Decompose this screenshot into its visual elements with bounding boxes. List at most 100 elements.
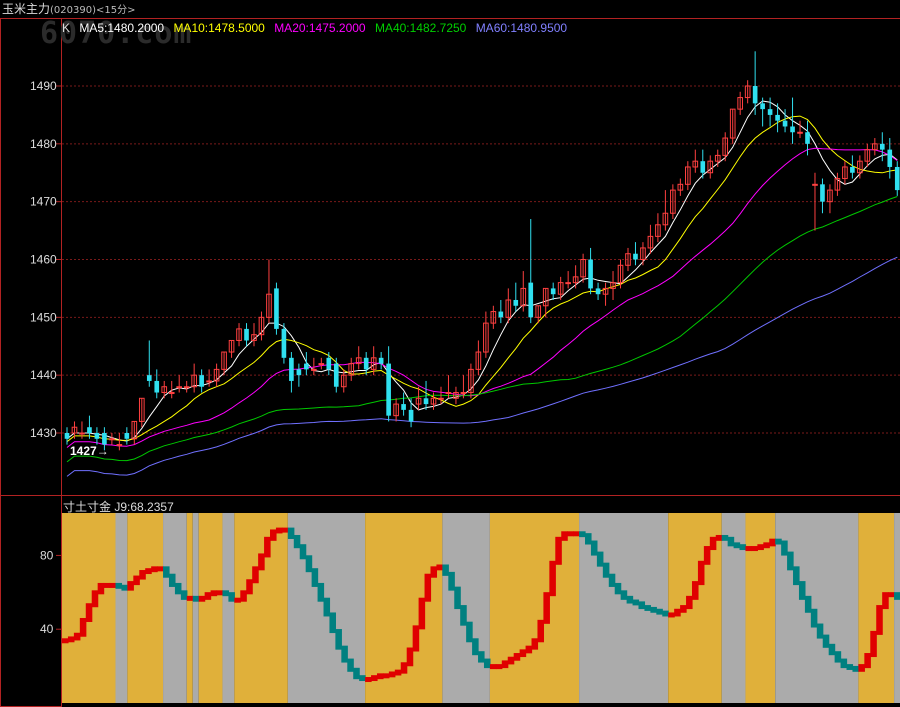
step-down — [359, 675, 366, 682]
indicator-band — [115, 513, 128, 703]
step-down — [347, 658, 354, 672]
step-up — [240, 590, 247, 602]
step-up — [400, 662, 408, 674]
low-annotation: 1427→ — [70, 444, 109, 458]
candle-body-down — [64, 433, 70, 439]
step-up — [281, 527, 289, 533]
candle-body-down — [378, 357, 384, 364]
indicator-value: J9:68.2357 — [114, 500, 174, 514]
step-up — [709, 536, 717, 551]
step-up — [537, 619, 545, 643]
step-up — [436, 564, 443, 571]
step-up — [186, 595, 194, 601]
step-down — [620, 590, 628, 600]
step-up — [668, 612, 675, 618]
step-down — [317, 582, 325, 602]
step-up — [686, 595, 693, 610]
step-down — [828, 643, 836, 656]
indicator-band — [222, 513, 235, 703]
step-down — [775, 538, 782, 545]
step-down — [650, 606, 657, 613]
step-down — [222, 590, 230, 597]
step-up — [91, 590, 99, 608]
indicator-band — [234, 513, 288, 703]
instrument-title: 玉米主力 — [2, 2, 51, 16]
step-down — [174, 582, 182, 595]
step-down — [596, 551, 604, 567]
step-down — [115, 582, 123, 589]
price-tick-label: 1470 — [30, 195, 57, 209]
step-down — [656, 608, 663, 615]
step-up — [680, 605, 687, 613]
price-tick-label: 1440 — [30, 368, 57, 382]
step-up — [198, 595, 206, 602]
step-up — [388, 671, 396, 678]
candle-body-up — [183, 386, 190, 389]
step-down — [163, 566, 170, 578]
step-up — [79, 617, 87, 637]
ma60-line — [66, 256, 898, 477]
step-down — [483, 658, 491, 669]
candle-body-down — [595, 288, 601, 295]
step-down — [638, 601, 646, 610]
step-down — [460, 605, 467, 626]
step-down — [585, 533, 592, 545]
step-up — [513, 653, 521, 661]
step-up — [888, 592, 895, 598]
candle-body-down — [850, 166, 855, 173]
step-down — [228, 592, 235, 602]
step-up — [258, 553, 265, 571]
step-up — [376, 673, 384, 680]
candle-body-down — [94, 433, 100, 439]
step-up — [204, 592, 212, 600]
indicator-band — [192, 513, 199, 703]
legend-ma20: MA20:1475.2000 — [274, 21, 366, 35]
step-down — [727, 536, 735, 547]
step-down — [448, 571, 455, 591]
candle-body-down — [386, 363, 391, 416]
candle-body-down — [887, 149, 893, 167]
candle-body-down — [244, 328, 249, 341]
step-up — [549, 560, 556, 597]
step-up — [751, 546, 758, 552]
candle-body-down — [528, 282, 534, 318]
step-up — [270, 529, 277, 541]
candle-body-down — [146, 375, 152, 381]
candle-body-down — [782, 120, 788, 127]
step-up — [501, 660, 509, 669]
indicator-axis-ticks: 80 40 — [40, 548, 62, 636]
indicator-band — [186, 513, 193, 703]
step-up — [412, 625, 420, 652]
step-up — [62, 638, 69, 644]
step-up — [858, 664, 865, 672]
candlestick-chart: 1490 1480 1470 1460 1450 1440 1430 80 40 1427→ — [0, 18, 900, 707]
step-down — [804, 595, 812, 613]
candle-body-down — [790, 126, 795, 133]
step-down — [602, 562, 610, 578]
candle-body-up — [79, 432, 85, 435]
indicator-band — [198, 513, 223, 703]
candle-body-down — [281, 328, 287, 358]
instrument-code: (020390)<15分> — [50, 5, 136, 16]
candle-body-up — [565, 282, 571, 285]
step-up — [145, 568, 152, 575]
candle-body-up — [438, 397, 444, 400]
step-down — [733, 542, 741, 549]
step-up — [757, 544, 764, 551]
step-up — [424, 573, 432, 602]
step-up — [691, 581, 699, 600]
step-up — [870, 630, 877, 658]
candle-body-down — [333, 363, 339, 387]
indicator-tick-label: 40 — [40, 622, 54, 636]
main-grid — [62, 85, 900, 434]
step-up — [275, 527, 283, 534]
step-up — [157, 566, 164, 572]
candle-body-down — [274, 288, 279, 329]
candle-body-up — [109, 438, 115, 441]
candle-body-down — [423, 398, 429, 405]
candle-body-down — [363, 357, 369, 370]
candle-body-down — [87, 427, 92, 433]
ma20-line — [66, 147, 898, 448]
candle-body-up — [460, 392, 467, 395]
step-up — [769, 538, 776, 547]
